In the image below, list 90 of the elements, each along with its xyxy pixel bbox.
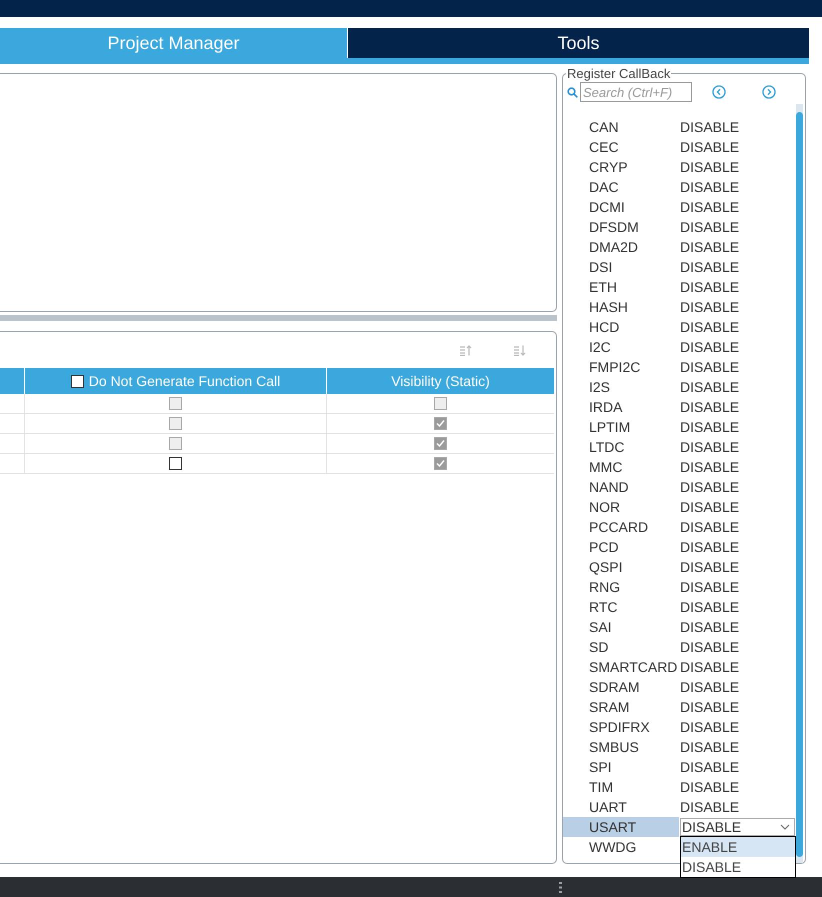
grip-icon[interactable] [559,882,562,892]
previous-button[interactable] [712,85,726,99]
peripheral-name[interactable]: QSPI [563,557,679,577]
peripheral-value: DISABLE [680,438,740,457]
peripheral-value: DISABLE [680,358,740,377]
peripheral-value: DISABLE [680,598,740,617]
peripheral-name[interactable]: NAND [563,477,679,497]
peripheral-value: DISABLE [680,318,740,337]
peripheral-value: DISABLE [680,478,740,497]
chevron-right-icon [762,85,776,99]
peripheral-value: DISABLE [680,578,740,597]
checkbox[interactable] [70,374,84,388]
peripheral-name[interactable]: UART [563,797,679,817]
peripheral-value: DISABLE [680,518,740,537]
peripheral-name[interactable]: SRAM [563,697,679,717]
peripheral-value: DISABLE [680,678,740,697]
sort-ascending-icon[interactable] [460,344,472,356]
peripheral-name[interactable]: DFSDM [563,217,679,237]
peripheral-name[interactable]: SAI [563,617,679,637]
chevron-left-icon [712,85,726,99]
peripheral-name[interactable]: SPDIFRX [563,717,679,737]
peripheral-value: DISABLE [680,718,740,737]
peripheral-name[interactable]: LTDC [563,437,679,457]
peripheral-value: DISABLE [680,398,740,417]
peripheral-name[interactable]: ETH [563,277,679,297]
peripheral-value: DISABLE [680,258,740,277]
dropdown-option[interactable]: ENABLE [681,837,795,857]
peripheral-name[interactable]: PCCARD [563,517,679,537]
peripheral-name[interactable]: HASH [563,297,679,317]
sort-descending-icon[interactable] [514,344,526,356]
peripheral-name[interactable]: CAN [563,117,679,137]
peripheral-value: DISABLE [680,418,740,437]
peripheral-value: DISABLE [680,218,740,237]
peripheral-name[interactable]: RNG [563,577,679,597]
peripheral-name[interactable]: DCMI [563,197,679,217]
peripheral-name[interactable]: FMPI2C [563,357,679,377]
peripheral-value: DISABLE [680,178,740,197]
checkbox[interactable] [169,457,182,470]
peripheral-value: DISABLE [680,138,740,157]
peripheral-value: DISABLE [680,738,740,757]
peripheral-value: DISABLE [680,638,740,657]
search-icon [567,86,578,98]
peripheral-name[interactable]: SMBUS [563,737,679,757]
peripheral-name[interactable]: IRDA [563,397,679,417]
peripheral-name[interactable]: MMC [563,457,679,477]
peripheral-name[interactable]: SPI [563,757,679,777]
peripheral-value: DISABLE [680,498,740,517]
peripheral-value: DISABLE [680,798,740,817]
peripheral-value: DISABLE [680,298,740,317]
peripheral-value: DISABLE [680,458,740,477]
peripheral-value: DISABLE [680,378,740,397]
value-dropdown[interactable]: DISABLE [680,818,795,836]
peripheral-value: DISABLE [680,238,740,257]
peripheral-name[interactable]: PCD [563,537,679,557]
peripheral-name[interactable]: TIM [563,777,679,797]
peripheral-name[interactable]: HCD [563,317,679,337]
peripheral-value: DISABLE [680,198,740,217]
peripheral-name[interactable]: RTC [563,597,679,617]
scrollbar[interactable] [796,104,803,863]
chevron-down-icon [780,824,790,830]
peripheral-name[interactable]: SMARTCARD [563,657,679,677]
peripheral-value: DISABLE [680,758,740,777]
peripheral-name[interactable]: I2C [563,337,679,357]
peripheral-name[interactable]: LPTIM [563,417,679,437]
peripheral-name[interactable]: DMA2D [563,237,679,257]
search-field[interactable]: Search (Ctrl+F) [580,82,692,102]
column-title: Do Not Generate Function Call [88,373,280,389]
peripheral-name[interactable]: I2S [563,377,679,397]
peripheral-name[interactable]: SDRAM [563,677,679,697]
peripheral-name[interactable]: CEC [563,137,679,157]
peripheral-name[interactable]: CRYP [563,157,679,177]
tab[interactable]: Tools [348,28,809,58]
peripheral-value: DISABLE [680,158,740,177]
peripheral-name[interactable]: USART [563,817,679,837]
next-button[interactable] [762,85,776,99]
peripheral-value: DISABLE [680,338,740,357]
peripheral-value: DISABLE [680,278,740,297]
panel-title: Register CallBack [566,66,672,81]
peripheral-value: DISABLE [680,558,740,577]
peripheral-value: DISABLE [680,618,740,637]
peripheral-value: DISABLE [680,778,740,797]
peripheral-value: DISABLE [680,118,740,137]
peripheral-name[interactable]: SD [563,637,679,657]
peripheral-value: DISABLE [680,658,740,677]
peripheral-name[interactable]: NOR [563,497,679,517]
peripheral-name[interactable]: DSI [563,257,679,277]
peripheral-value: DISABLE [680,698,740,717]
peripheral-name[interactable]: WWDG [563,837,679,857]
peripheral-value: DISABLE [680,538,740,557]
peripheral-name[interactable]: DAC [563,177,679,197]
